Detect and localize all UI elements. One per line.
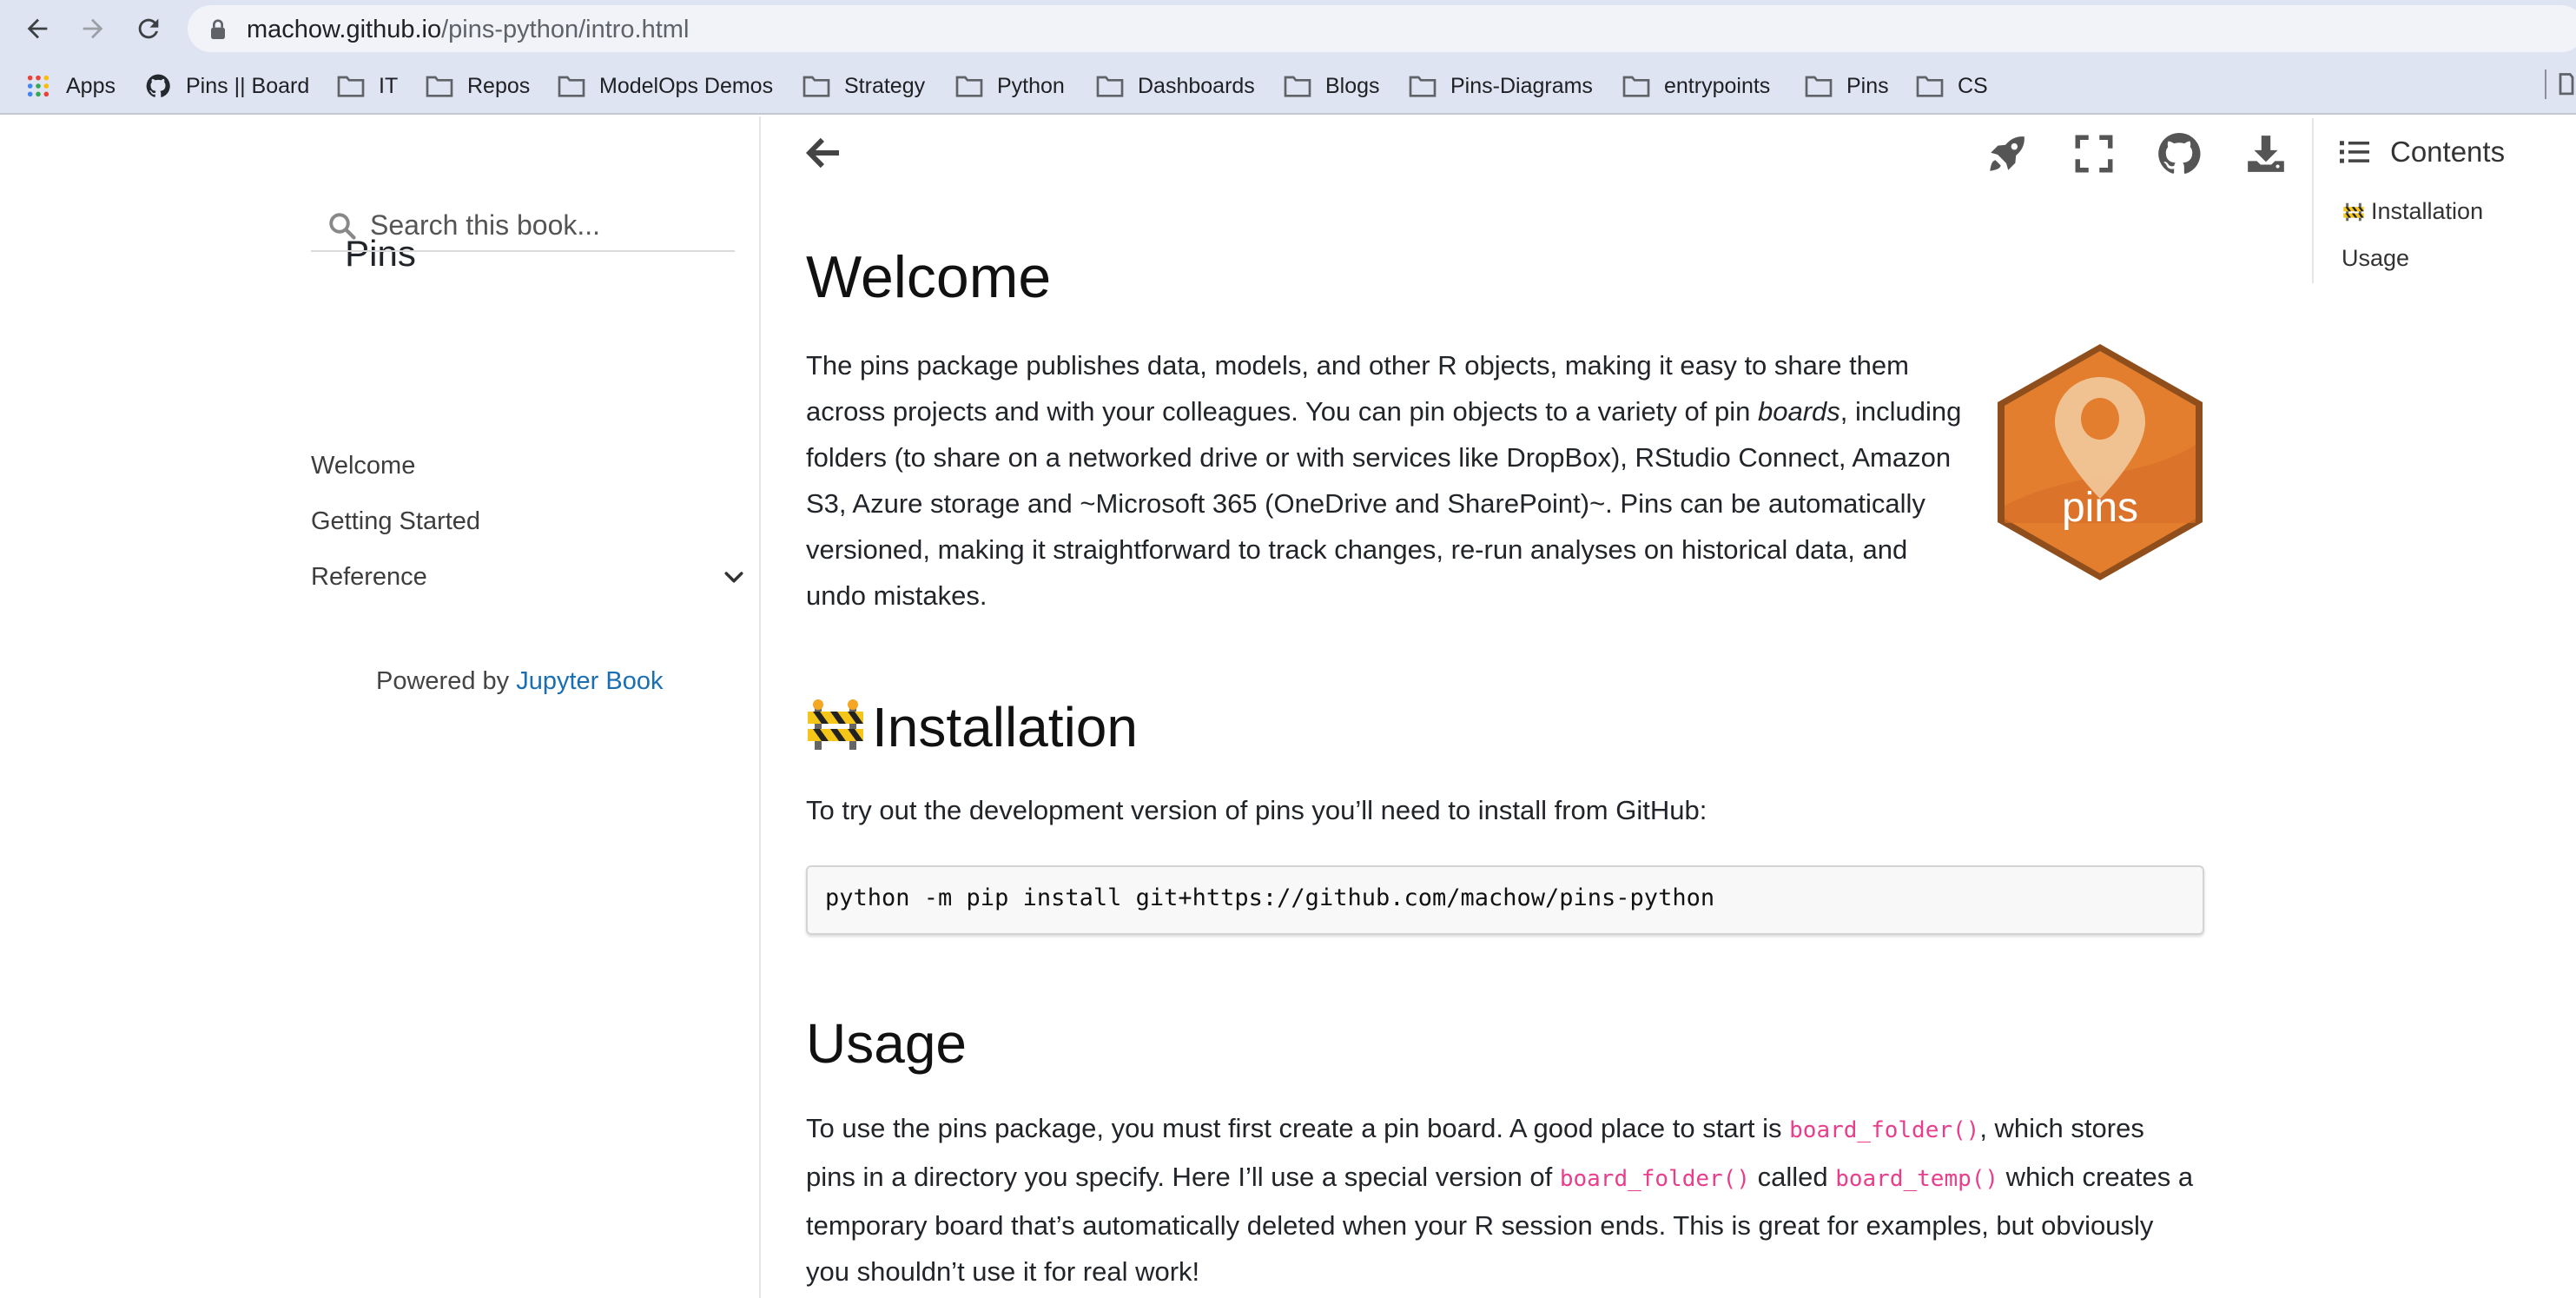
search-icon [329,213,356,240]
bookmark-label: Strategy [844,73,926,98]
installation-heading: Installation [806,695,1138,759]
folder-icon [1916,76,1944,97]
installation-title: Installation [872,696,1138,758]
search-input[interactable] [370,203,726,247]
pins-hex-logo: pins [1998,344,2203,580]
bookmark-label: Dashboards [1138,73,1255,98]
bookmark-label: entrypoints [1664,73,1771,98]
bookmark-folder-strategy[interactable]: Strategy [803,70,925,103]
powered-by-text: Powered by [376,667,517,695]
folder-icon [1409,76,1437,97]
bookmark-folder-dashboards[interactable]: Dashboards [1096,70,1255,103]
install-command[interactable]: python -m pip install git+https://github… [825,884,1714,911]
jupyter-book-link[interactable]: Jupyter Book [516,667,663,695]
bookmark-label: IT [379,73,399,98]
inline-code-board-temp: board_temp() [1835,1166,1999,1192]
sidebar-item-getting-started[interactable]: Getting Started [311,507,480,536]
bookmark-pins-board[interactable]: Pins || Board [144,70,309,103]
github-icon [146,74,170,97]
bookmark-folder-pins-diagrams[interactable]: Pins-Diagrams [1409,70,1593,103]
github-icon[interactable] [2157,132,2201,175]
folder-icon [955,76,983,97]
rocket-launch-icon[interactable] [1985,132,2029,175]
arrow-right-icon [83,18,103,39]
browser-toolbar: machow.github.io/pins-python/intro.html [0,0,2576,57]
bookmark-label: Pins-Diagrams [1450,73,1593,98]
bookmark-folder-repos[interactable]: Repos [426,70,530,103]
bookmark-folder-pins[interactable]: Pins [1805,70,1889,103]
bookmark-folder-python[interactable]: Python [955,70,1065,103]
download-icon[interactable] [2244,132,2288,175]
search-box[interactable] [311,203,735,252]
address-bar[interactable]: machow.github.io/pins-python/intro.html [188,5,2576,52]
bookmark-label: Pins || Board [186,73,310,98]
folder-icon [1284,76,1311,97]
arrow-left-icon [27,18,48,39]
toc-item-label: Installation [2371,198,2484,224]
construction-barrier-icon [808,699,863,750]
folder-icon [1622,76,1650,97]
toc-title: Contents [2390,136,2506,168]
bookmarks-bar: Apps Pins || Board IT Repos ModelOps Dem… [0,57,2576,115]
list-icon [2340,141,2369,163]
bookmark-label: CS [1958,73,1988,98]
bookmark-label: Pins [1846,73,1889,98]
apps-grid-icon [27,75,50,97]
install-instructions: To try out the development version of pi… [806,795,1707,825]
bookmark-folder-it[interactable]: IT [337,70,398,103]
toc-header[interactable]: Contents [2340,136,2505,169]
forward-button[interactable] [73,9,113,49]
folder-icon [803,76,830,97]
folder-icon [1096,76,1124,97]
bookmark-apps[interactable]: Apps [24,70,116,103]
bookmark-label: ModelOps Demos [599,73,774,98]
welcome-paragraph: The pins package publishes data, models,… [806,342,1970,619]
usage-text-1: To use the pins package, you must first … [806,1113,1790,1143]
url-text: machow.github.io/pins-python/intro.html [247,16,689,44]
welcome-text-2: , including folders (to share on a netwo… [806,396,1962,611]
logo-text: pins [2062,485,2138,531]
lock-icon [211,19,225,39]
bookmarks-separator [2545,70,2546,99]
sidebar-item-welcome[interactable]: Welcome [311,452,415,480]
usage-heading: Usage [806,1012,967,1075]
arrow-left-icon[interactable] [803,132,844,174]
inline-code-board-folder: board_folder() [1559,1166,1750,1192]
reload-icon [138,18,159,39]
folder-icon [1805,76,1833,97]
folder-icon [426,76,453,97]
folder-icon [558,76,585,97]
usage-paragraph: To use the pins package, you must first … [806,1105,2196,1295]
bookmark-label: Python [997,73,1065,98]
back-button[interactable] [17,9,57,49]
welcome-heading: Welcome [806,244,1052,310]
welcome-emphasis: boards [1757,396,1840,427]
folder-icon [337,76,365,97]
sidebar-item-reference[interactable]: Reference [311,563,427,592]
bookmark-label: Repos [467,73,531,98]
left-sidebar [0,116,761,1298]
toc-item-installation[interactable]: Installation [2342,198,2483,225]
powered-by: Powered by Jupyter Book [376,667,663,696]
construction-barrier-icon [2343,202,2364,221]
bookmark-folder-modelops-demos[interactable]: ModelOps Demos [558,70,773,103]
bookmark-folder-entrypoints[interactable]: entrypoints [1622,70,1770,103]
fullscreen-icon[interactable] [2072,132,2116,175]
folder-icon[interactable] [2557,71,2576,96]
url-host: machow.github.io [247,16,442,43]
usage-text-3: called [1749,1162,1836,1192]
install-code-block[interactable]: python -m pip install git+https://github… [806,865,2204,935]
bookmark-label: Blogs [1325,73,1380,98]
reload-button[interactable] [129,9,168,49]
bookmark-label: Apps [66,73,116,98]
toc-item-usage[interactable]: Usage [2342,245,2409,272]
welcome-text-1: The pins package publishes data, models,… [806,350,1909,427]
bookmark-folder-cs[interactable]: CS [1916,70,1988,103]
url-path: /pins-python/intro.html [441,16,690,43]
chevron-down-icon[interactable] [721,565,747,591]
inline-code-board-folder: board_folder() [1789,1117,1980,1143]
bookmark-folder-blogs[interactable]: Blogs [1284,70,1380,103]
